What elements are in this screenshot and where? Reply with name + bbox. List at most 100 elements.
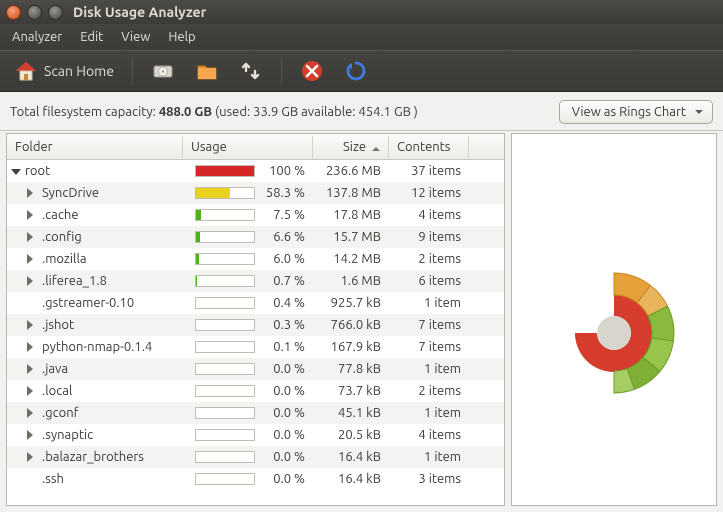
folder-name: .jshot (42, 318, 74, 332)
expander-closed-icon[interactable] (27, 408, 38, 418)
usage-percent: 6.0 % (261, 252, 305, 266)
stop-button[interactable] (294, 55, 330, 87)
window-minimize-icon[interactable] (27, 5, 42, 20)
folder-name: .balazar_brothers (42, 450, 144, 464)
size-cell: 20.5 kB (313, 428, 389, 442)
size-cell: 15.7 MB (313, 230, 389, 244)
usage-bar (195, 253, 255, 265)
table-row[interactable]: .cache7.5 %17.8 MB4 items (7, 204, 504, 226)
refresh-icon (344, 59, 368, 83)
scan-remote-button[interactable] (233, 55, 269, 87)
table-row[interactable]: .liferea_1.8 0.7 % 1.6 MB6 items (7, 270, 504, 292)
size-cell: 236.6 MB (313, 164, 389, 178)
folder-name: .gconf (42, 406, 79, 420)
capacity-text: Total filesystem capacity: 488.0 GB (use… (10, 105, 418, 119)
size-cell: 77.8 kB (313, 362, 389, 376)
expander-open-icon[interactable] (11, 169, 21, 179)
table-row[interactable]: python-nmap-0.1.40.1 %167.9 kB7 items (7, 336, 504, 358)
contents-cell: 3 items (389, 472, 469, 486)
folder-name: .java (42, 362, 68, 376)
expander-closed-icon[interactable] (27, 452, 38, 462)
scan-home-button[interactable]: Scan Home (8, 55, 120, 87)
usage-bar (195, 187, 255, 199)
usage-bar (195, 429, 255, 441)
menu-help[interactable]: Help (160, 27, 203, 47)
summary-bar: Total filesystem capacity: 488.0 GB (use… (0, 92, 723, 131)
tree-header: Folder Usage Size Contents (7, 134, 504, 160)
contents-cell: 7 items (389, 318, 469, 332)
table-row[interactable]: SyncDrive58.3 %137.8 MB12 items (7, 182, 504, 204)
expander-closed-icon[interactable] (27, 210, 38, 220)
window-maximize-icon[interactable] (48, 5, 63, 20)
table-row[interactable]: .balazar_brothers0.0 %16.4 kB1 item (7, 446, 504, 468)
col-usage[interactable]: Usage (183, 136, 313, 158)
expander-closed-icon[interactable] (27, 342, 38, 352)
col-contents[interactable]: Contents (389, 136, 469, 158)
table-row[interactable]: .ssh0.0 %16.4 kB3 items (7, 468, 504, 490)
table-row[interactable]: .gconf0.0 %45.1 kB1 item (7, 402, 504, 424)
scan-filesystem-button[interactable] (145, 55, 181, 87)
menu-view[interactable]: View (113, 27, 158, 47)
folder-name: .mozilla (42, 252, 87, 266)
main-area: Folder Usage Size Contents root 100 % 236.… (0, 131, 723, 512)
folder-name: root (25, 164, 50, 178)
expander-closed-icon[interactable] (27, 430, 38, 440)
usage-bar (195, 363, 255, 375)
folder-tree[interactable]: Folder Usage Size Contents root 100 % 236.… (6, 133, 505, 506)
menu-analyzer[interactable]: Analyzer (4, 27, 70, 47)
usage-percent: 0.0 % (261, 428, 305, 442)
usage-percent: 0.0 % (261, 450, 305, 464)
scan-folder-button[interactable] (189, 55, 225, 87)
contents-cell: 37 items (389, 164, 469, 178)
usage-percent: 0.0 % (261, 472, 305, 486)
expander-closed-icon[interactable] (27, 386, 38, 396)
usage-bar (195, 451, 255, 463)
usage-bar (195, 297, 255, 309)
folder-name: .liferea_1.8 (42, 274, 107, 288)
size-cell: 73.7 kB (313, 384, 389, 398)
refresh-button[interactable] (338, 55, 374, 87)
contents-cell: 2 items (389, 384, 469, 398)
titlebar: Disk Usage Analyzer (0, 0, 723, 24)
window-title: Disk Usage Analyzer (73, 4, 206, 20)
menu-edit[interactable]: Edit (72, 27, 111, 47)
toolbar-separator (281, 57, 282, 85)
expander-closed-icon[interactable] (27, 232, 38, 242)
size-cell: 925.7 kB (313, 296, 389, 310)
usage-bar (195, 319, 255, 331)
table-row[interactable]: .gstreamer-0.100.4 %925.7 kB1 item (7, 292, 504, 314)
expander-closed-icon[interactable] (27, 364, 38, 374)
expander-closed-icon[interactable] (27, 276, 38, 286)
col-size[interactable]: Size (313, 136, 389, 158)
usage-percent: 7.5 % (261, 208, 305, 222)
expander-closed-icon[interactable] (27, 320, 38, 330)
usage-percent: 100 % (261, 164, 305, 178)
usage-bar (195, 275, 255, 287)
expander-closed-icon[interactable] (27, 188, 38, 198)
table-row[interactable]: .local0.0 %73.7 kB2 items (7, 380, 504, 402)
home-icon (14, 59, 38, 83)
size-cell: 45.1 kB (313, 406, 389, 420)
contents-cell: 2 items (389, 252, 469, 266)
folder-name: .local (42, 384, 72, 398)
table-row[interactable]: .java0.0 %77.8 kB1 item (7, 358, 504, 380)
size-cell: 17.8 MB (313, 208, 389, 222)
disk-icon (151, 59, 175, 83)
size-cell: 16.4 kB (313, 472, 389, 486)
size-cell: 1.6 MB (313, 274, 389, 288)
table-row[interactable]: .jshot0.3 %766.0 kB7 items (7, 314, 504, 336)
rings-chart[interactable] (511, 133, 717, 506)
size-cell: 14.2 MB (313, 252, 389, 266)
table-row[interactable]: .synaptic0.0 %20.5 kB4 items (7, 424, 504, 446)
expander-closed-icon[interactable] (27, 254, 38, 264)
view-mode-selector[interactable]: View as Rings Chart (559, 100, 713, 124)
table-row[interactable]: root 100 % 236.6 MB37 items (7, 160, 504, 182)
table-row[interactable]: .config6.6 %15.7 MB9 items (7, 226, 504, 248)
size-cell: 766.0 kB (313, 318, 389, 332)
contents-cell: 6 items (389, 274, 469, 288)
usage-percent: 58.3 % (261, 186, 305, 200)
col-folder[interactable]: Folder (7, 136, 183, 158)
table-row[interactable]: .mozilla 6.0 % 14.2 MB2 items (7, 248, 504, 270)
usage-percent: 0.7 % (261, 274, 305, 288)
window-close-icon[interactable] (6, 5, 21, 20)
